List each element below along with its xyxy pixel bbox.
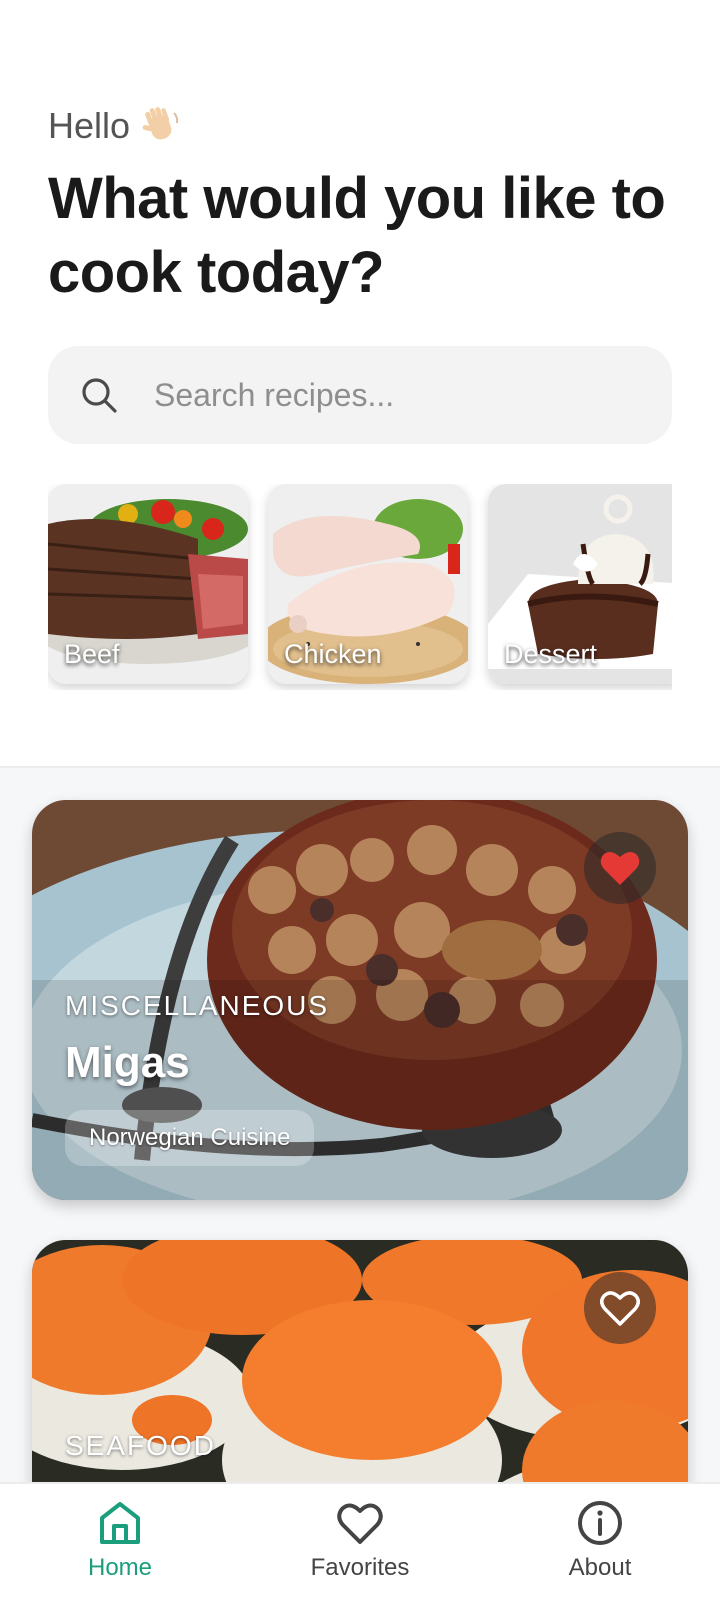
favorite-button[interactable] [584, 832, 656, 904]
recipe-name: Migas [65, 1038, 190, 1087]
category-label: Beef [64, 639, 120, 669]
category-label: Dessert [504, 639, 598, 669]
recipe-feed[interactable]: MISCELLANEOUS Migas Norwegian Cuisine SE… [0, 768, 720, 1482]
recipe-card-seafood[interactable]: SEAFOOD [32, 1240, 688, 1482]
nav-home[interactable]: Home [0, 1484, 240, 1600]
recipe-category: SEAFOOD [65, 1430, 216, 1461]
home-icon [100, 1502, 140, 1544]
recipe-category: MISCELLANEOUS [65, 990, 330, 1021]
nav-about[interactable]: About [480, 1484, 720, 1600]
heart-icon [337, 1503, 383, 1544]
cuisine-tag: Norwegian Cuisine [65, 1110, 315, 1166]
page-title: What would you like to cook today? [48, 166, 666, 305]
nav-label: Home [87, 1554, 153, 1581]
heart-filled-icon [600, 851, 640, 885]
search-bar[interactable] [48, 346, 672, 444]
nav-label: Favorites [310, 1554, 410, 1581]
greeting-text: Hello [48, 105, 131, 146]
bottom-navigation: Home Favorites About [0, 1482, 720, 1600]
category-card-chicken[interactable]: Chicken [268, 484, 468, 684]
nav-favorites[interactable]: Favorites [240, 1484, 480, 1600]
recipe-card-migas[interactable]: MISCELLANEOUS Migas Norwegian Cuisine [32, 800, 688, 1200]
greeting: Hello [48, 100, 688, 152]
favorite-button[interactable] [584, 1272, 656, 1344]
heart-outline-icon [600, 1291, 640, 1326]
category-card-dessert[interactable]: Dessert [488, 484, 672, 684]
category-label: Chicken [284, 639, 382, 669]
search-input[interactable] [154, 376, 634, 414]
category-list: Beef Chicken Dessert [48, 484, 672, 690]
info-icon [578, 1501, 622, 1545]
header: Hello What would you like to cook today? [48, 100, 688, 310]
category-card-beef[interactable]: Beef [48, 484, 248, 684]
nav-label: About [568, 1554, 632, 1581]
search-icon [82, 378, 117, 413]
waving-hand-icon [142, 107, 179, 140]
